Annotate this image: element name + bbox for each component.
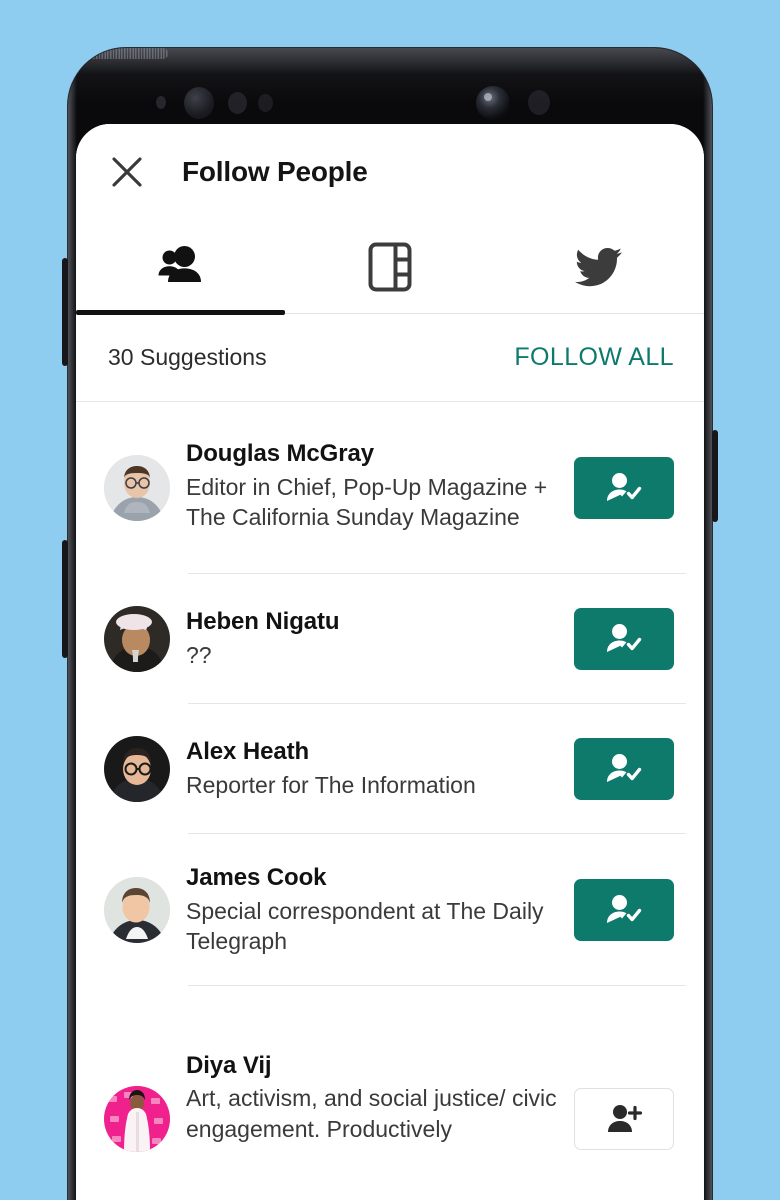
person-info: Alex Heath Reporter for The Information [170,737,574,800]
avatar [104,736,170,802]
phone-screen: Follow People 30 Suggestions FOLLOW ALL … [76,124,704,1200]
person-check-icon [607,895,642,923]
people-icon [158,245,201,282]
tab-people[interactable] [76,220,286,315]
app-header: Follow People [76,124,704,220]
person-bio: Reporter for The Information [186,772,476,799]
avatar [104,1086,170,1152]
tab-bar [76,220,704,315]
person-name: Alex Heath [186,738,310,766]
person-plus-icon [608,1105,642,1132]
light-sensor-icon [228,92,247,114]
person-name: Diya Vij [186,1051,272,1079]
avatar [104,877,170,943]
close-icon [112,157,142,187]
ir-led-icon [258,94,273,112]
person-info: Douglas McGray Editor in Chief, Pop-Up M… [170,439,574,532]
proximity-sensor-icon [156,96,166,109]
list-item[interactable]: Douglas McGray Editor in Chief, Pop-Up M… [76,402,704,574]
publications-icon [368,242,412,291]
page-title: Follow People [182,156,368,187]
secondary-sensor-icon [528,90,550,115]
list-item[interactable]: James Cook Special correspondent at The … [76,834,704,986]
speaker-grille-icon [68,48,168,59]
suggestions-bar: 30 Suggestions FOLLOW ALL [76,314,704,402]
person-info: James Cook Special correspondent at The … [170,863,574,956]
person-info: Heben Nigatu ?? [170,607,574,670]
person-name: James Cook [186,864,327,892]
front-camera-icon [476,86,510,120]
person-name: Douglas McGray [186,440,374,468]
list-item[interactable]: Heben Nigatu ?? [76,574,704,704]
follow-all-button[interactable]: FOLLOW ALL [514,343,674,372]
tab-twitter[interactable] [495,220,704,313]
close-button[interactable] [103,148,151,196]
volume-button[interactable] [62,540,68,658]
twitter-bird-icon [575,247,623,286]
person-check-icon [607,473,642,501]
follow-button[interactable] [574,879,674,941]
person-bio: ?? [186,642,212,669]
person-name: Heben Nigatu [186,608,340,636]
follow-button[interactable] [574,1088,674,1150]
person-check-icon [607,754,642,782]
avatar [104,455,170,521]
iris-scanner-icon [184,87,214,119]
person-bio: Special correspondent at The Daily Teleg… [186,898,544,955]
person-check-icon [607,624,642,652]
suggestions-count: 30 Suggestions [108,344,267,370]
person-bio: Editor in Chief, Pop-Up Magazine + The C… [186,474,548,531]
avatar [104,606,170,672]
person-bio: Art, activism, and social justice/ civic… [186,1085,557,1142]
follow-button[interactable] [574,738,674,800]
list-item[interactable]: Alex Heath Reporter for The Information [76,704,704,834]
people-list: Douglas McGray Editor in Chief, Pop-Up M… [76,402,704,1152]
tab-publications[interactable] [285,220,494,313]
follow-button[interactable] [574,608,674,670]
tab-active-indicator [76,309,286,315]
bixby-button[interactable] [62,258,68,366]
device-top-bezel [68,48,712,124]
phone-frame: Follow People 30 Suggestions FOLLOW ALL … [68,48,712,1200]
person-info: Diya Vij Art, activism, and social justi… [170,1051,574,1144]
follow-button[interactable] [574,457,674,519]
power-button[interactable] [712,430,718,522]
list-item[interactable]: Diya Vij Art, activism, and social justi… [76,986,704,1152]
